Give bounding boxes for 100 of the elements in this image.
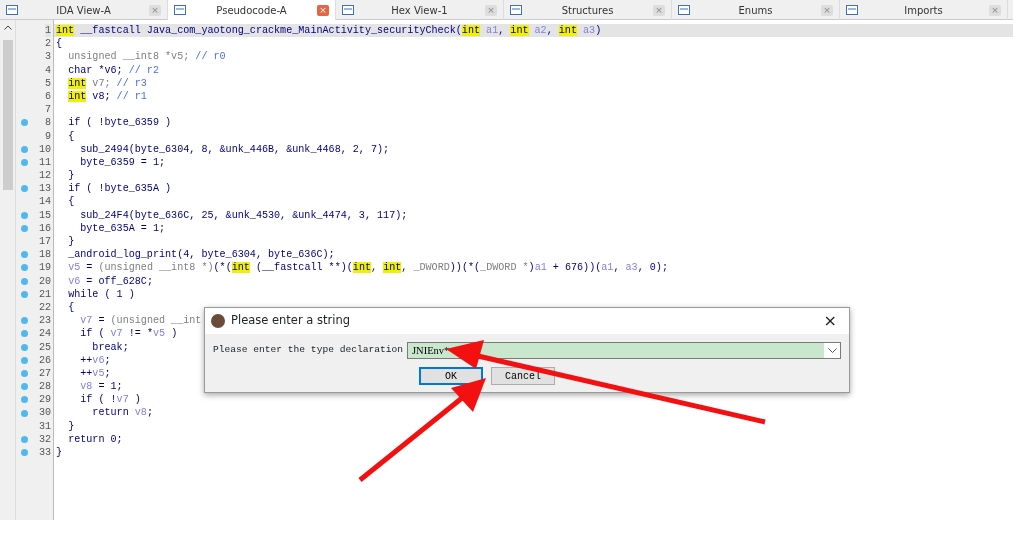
code-line: if ( !byte_635A ) <box>67 182 172 196</box>
breakpoint-dot[interactable] <box>21 264 28 272</box>
code-line: return v8; <box>91 406 153 420</box>
line-number: 20 <box>38 274 51 288</box>
breakpoint-dot[interactable] <box>21 211 28 219</box>
tab[interactable]: Enums × <box>672 0 840 20</box>
breakpoint-dot[interactable] <box>21 224 28 232</box>
window-icon <box>6 5 18 15</box>
line-number: 5 <box>44 76 51 90</box>
code-line: ++v6; <box>79 353 111 367</box>
line-number: 6 <box>44 89 51 104</box>
line-number: 28 <box>38 380 51 394</box>
window-icon <box>510 5 522 15</box>
code-line: int v8; // r1 <box>67 89 147 104</box>
line-number: 23 <box>38 314 51 328</box>
breakpoint-dot[interactable] <box>21 277 28 285</box>
code-line: { <box>67 300 75 315</box>
code-line: while ( 1 ) <box>67 287 135 301</box>
line-number: 14 <box>38 195 51 209</box>
tab[interactable]: Pseudocode-A × <box>168 0 336 20</box>
line-number: 7 <box>44 103 51 117</box>
line-number: 18 <box>38 248 51 262</box>
breakpoint-dot[interactable] <box>21 343 28 351</box>
window-icon <box>342 5 354 15</box>
breakpoint-dot[interactable] <box>21 251 28 259</box>
dialog-button[interactable]: OK <box>419 367 483 385</box>
window-icon <box>174 5 186 15</box>
line-number: 10 <box>38 142 51 156</box>
code-line: ++v5; <box>79 366 111 381</box>
line-number: 27 <box>38 366 51 381</box>
code-line: sub_2494(byte_6304, 8, &unk_446B, &unk_4468, 2, 7); <box>79 142 390 156</box>
breakpoint-dot[interactable] <box>21 369 28 377</box>
scroll-thumb[interactable] <box>2 40 13 190</box>
breakpoint-dot[interactable] <box>21 119 28 127</box>
code-line: { <box>67 195 75 209</box>
code-line: } <box>67 169 75 183</box>
line-number: 3 <box>44 50 51 64</box>
code-line: int v7; // r3 <box>67 76 147 90</box>
code-line: byte_635A = 1; <box>79 221 166 235</box>
code-line: v6 = off_628C; <box>67 274 153 288</box>
code-line: { <box>55 37 63 51</box>
breakpoint-dot[interactable] <box>21 330 28 338</box>
code-line: if ( !v7 ) <box>79 393 141 407</box>
line-number: 26 <box>38 353 51 367</box>
code-line: v7 = (unsigned __int <box>79 314 202 328</box>
breakpoint-dot[interactable] <box>21 435 28 443</box>
code-line: if ( v7 != *v5 ) <box>79 327 178 341</box>
breakpoint-dot[interactable] <box>21 317 28 325</box>
code-line: } <box>55 446 63 460</box>
line-number: 19 <box>38 261 51 275</box>
line-number: 30 <box>38 406 51 420</box>
line-number: 29 <box>38 393 51 407</box>
app-icon <box>211 314 225 328</box>
line-number: 9 <box>44 129 51 143</box>
breakpoint-dot[interactable] <box>21 409 28 417</box>
line-number: 33 <box>38 446 51 460</box>
line-number: 32 <box>38 432 51 446</box>
code-line: unsigned __int8 *v5; // r0 <box>67 50 226 64</box>
code-line: { <box>67 129 75 143</box>
line-number: 2 <box>44 37 51 51</box>
breakpoint-dot[interactable] <box>21 356 28 364</box>
scroll-up-icon[interactable] <box>3 24 12 30</box>
breakpoint-dot[interactable] <box>21 396 28 404</box>
breakpoint-dot[interactable] <box>21 290 28 298</box>
code-line: return 0; <box>67 432 123 446</box>
line-number: 13 <box>38 182 51 196</box>
close-button[interactable]: × <box>817 313 843 329</box>
dialog-title: Please enter a string <box>231 312 351 330</box>
code-line: byte_6359 = 1; <box>79 155 166 170</box>
line-number: 8 <box>44 116 51 130</box>
field-label: Please enter the type declaration <box>213 343 403 358</box>
code-line: v5 = (unsigned __int8 *)(*(int (__fastcall **)(int, int, _DWORD))(*(_DWORD *)a1 + 676))(a1, a3, 0); <box>67 261 668 275</box>
line-number: 4 <box>44 63 51 77</box>
line-number: 22 <box>38 300 51 315</box>
breakpoint-dot[interactable] <box>21 158 28 166</box>
tab[interactable]: Hex View-1 × <box>336 0 504 20</box>
line-number: 25 <box>38 340 51 354</box>
code-line: sub_24F4(byte_636C, 25, &unk_4530, &unk_4474, 3, 117); <box>79 208 408 222</box>
code-line: _android_log_print(4, byte_6304, byte_636C); <box>67 248 335 262</box>
line-number: 11 <box>38 155 51 170</box>
breakpoint-dot[interactable] <box>21 449 28 457</box>
breakpoint-dot[interactable] <box>21 145 28 153</box>
line-number: 1 <box>44 24 51 38</box>
breakpoint-dot[interactable] <box>21 383 28 391</box>
tab[interactable]: Imports × <box>840 0 1008 20</box>
line-number: 16 <box>38 221 51 235</box>
line-number: 24 <box>38 327 51 341</box>
breakpoint-dot[interactable] <box>21 185 28 193</box>
line-number: 31 <box>38 419 51 433</box>
window-icon <box>846 5 858 15</box>
code-line: v8 = 1; <box>79 380 123 394</box>
code-line: char *v6; // r2 <box>67 63 159 77</box>
code-line: } <box>67 235 75 249</box>
line-number: 15 <box>38 208 51 222</box>
line-number: 12 <box>38 169 51 183</box>
scrollbar[interactable] <box>0 20 16 520</box>
code-line: break; <box>91 340 129 354</box>
code-line: } <box>67 419 75 433</box>
code-line: if ( !byte_6359 ) <box>67 116 172 130</box>
tab[interactable]: Structures × <box>504 0 672 20</box>
